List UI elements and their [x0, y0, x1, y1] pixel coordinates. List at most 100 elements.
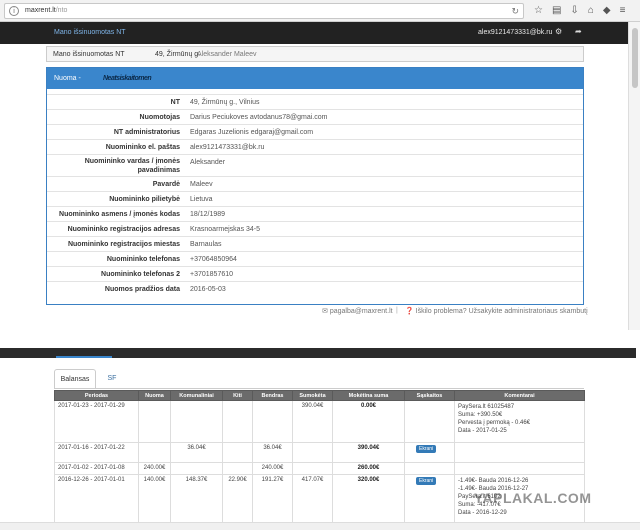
panel-title-overlay: Neatsiskaitomen — [103, 75, 152, 82]
detail-row: Nuomotojas Darius Peciukoves avtodanus78@… — [47, 109, 583, 124]
column-header: Sumokėta — [292, 390, 333, 401]
detail-label: Nuomininko asmens / įmonės kodas — [59, 211, 180, 218]
cell-bendras: 191.27€ — [252, 474, 293, 525]
cell-comments: PaySera.lt 61025487 Suma: +390.50€ Pervest… — [454, 400, 585, 443]
detail-row: Nuomininko telefonas 2 +3701857610 — [47, 266, 583, 281]
column-header: Mokėtina suma — [332, 390, 405, 401]
app-navbar-secondary — [0, 348, 636, 358]
detail-row: NT 49, Žirmūnų g., Vilnius — [47, 94, 583, 109]
column-header: Sąskaitos — [404, 390, 455, 401]
cell-komunaliniai: 148.37€ — [170, 474, 223, 525]
detail-value: Edgaras Juzelionis edgaraj@gmail.com — [190, 129, 314, 136]
tab-divider — [54, 388, 584, 389]
support-email-text: pagalba@maxrent.lt — [329, 308, 393, 315]
column-header: Komunaliniai — [170, 390, 223, 401]
invoice-button[interactable]: Ekrani — [416, 445, 437, 453]
horizontal-scrollbar[interactable] — [0, 522, 640, 530]
menu-icon[interactable]: ≡ — [620, 5, 626, 17]
detail-label: Nuomininko telefonas 2 — [101, 271, 180, 278]
support-email-link[interactable]: ✉ pagalba@maxrent.lt — [322, 307, 393, 315]
bookmark-star-icon[interactable]: ☆ — [534, 5, 543, 17]
details-list: NT 49, Žirmūnų g., Vilnius Nuomotojas Dariu… — [47, 94, 583, 296]
detail-value: Krasnoarmejskas 34-5 — [190, 226, 261, 233]
invoice-button[interactable]: Ekrani — [416, 477, 437, 485]
url-host: maxrent.lt — [25, 7, 56, 14]
cell-kiti — [222, 442, 253, 463]
cell-nuoma: 140.00€ — [138, 474, 171, 525]
breadcrumb-section[interactable]: Mano išsinuomotas NT — [53, 51, 125, 58]
reload-icon[interactable]: ↻ — [511, 6, 519, 17]
detail-label: Nuomininko registracijos adresas — [67, 226, 180, 233]
logout-icon[interactable]: ➦ — [575, 27, 582, 36]
cell-invoice — [404, 462, 455, 475]
detail-value: Aleksander — [190, 159, 226, 166]
comment-line: -1.49€- Bauda 2016-12-26 — [458, 478, 529, 484]
detail-row: Nuomininko registracijos miestas Barnaula… — [47, 236, 583, 251]
download-icon[interactable]: ⇩ — [570, 5, 578, 17]
site-info-icon[interactable]: i — [9, 6, 19, 16]
cell-period: 2016-12-26 - 2017-01-01 — [54, 474, 139, 525]
navbar-active-indicator — [56, 356, 112, 358]
comment-line: Pervesta į permoką - 0.46€ — [458, 420, 531, 426]
extension-icon[interactable]: ◆ — [603, 5, 611, 17]
address-bar[interactable]: i maxrent.lt/nto ↻ — [4, 3, 524, 19]
cell-moketina: 390.04€ — [332, 442, 405, 463]
detail-value: Darius Peciukoves avtodanus78@gmai.com — [190, 114, 328, 121]
tab-sf[interactable]: SF — [102, 369, 122, 389]
comment-line: Data - 2017-01-25 — [458, 428, 507, 434]
watermark: YAPLAKAL.COM — [474, 490, 592, 506]
cell-bendras: 36.04€ — [252, 442, 293, 463]
cell-nuoma — [138, 442, 171, 463]
detail-value: alex9121473331@bk.ru — [190, 144, 265, 151]
cell-moketina: 0.00€ — [332, 400, 405, 443]
detail-row: Nuomininko el. paštas alex9121473331@bk.r… — [47, 139, 583, 154]
detail-label: Pavardė — [152, 181, 180, 188]
detail-row: Nuomininko pilietybė Lietuva — [47, 191, 583, 206]
cell-invoice — [404, 400, 455, 443]
settings-gear-icon[interactable]: ⚙ — [555, 27, 562, 36]
cell-invoice: Ekrani — [404, 474, 455, 525]
detail-label: Nuomininko registracijos miestas — [67, 241, 180, 248]
reader-icon[interactable]: ▤ — [552, 5, 561, 17]
detail-value: 49, Žirmūnų g., Vilnius — [190, 99, 260, 106]
call-admin-link[interactable]: ❓ Iškilo problema? Užsakykite administra… — [405, 307, 588, 315]
url-path: /nto — [55, 7, 68, 14]
call-admin-text: Iškilo problema? Užsakykite administrato… — [415, 308, 588, 315]
panel-header: Nuoma - Neatsiskaitomen — [47, 68, 583, 89]
detail-row: Pavardė Maleev — [47, 176, 583, 191]
detail-row: Nuomininko vardas / įmonės pavadinimas Al… — [47, 154, 583, 176]
footer-separator: | — [396, 307, 398, 314]
cell-moketina: 260.00€ — [332, 462, 405, 475]
detail-value: Lietuva — [190, 196, 213, 203]
home-icon[interactable]: ⌂ — [588, 5, 594, 17]
scrollbar-thumb[interactable] — [632, 28, 638, 88]
vertical-scrollbar[interactable] — [628, 22, 640, 330]
cell-period: 2017-01-23 - 2017-01-29 — [54, 400, 139, 443]
comment-line: Suma: +390.50€ — [458, 412, 503, 418]
cell-comments — [454, 442, 585, 463]
navbar-user-email[interactable]: alex9121473331@bk.ru — [478, 29, 552, 36]
cell-nuoma: 240.00€ — [138, 462, 171, 475]
detail-label: Nuomininko pilietybė — [109, 196, 180, 203]
detail-value: Barnaulas — [190, 241, 222, 248]
detail-value: +37064850964 — [190, 256, 237, 263]
cell-komunaliniai — [170, 400, 223, 443]
detail-label: Nuomininko el. paštas — [105, 144, 180, 151]
cell-comments — [454, 462, 585, 475]
cell-kiti: 22.90€ — [222, 474, 253, 525]
breadcrumb: Mano išsinuomotas NT 49, Žirmūnų g. Alek… — [46, 46, 584, 62]
url-text[interactable]: maxrent.lt/nto — [25, 7, 67, 14]
comment-line: Data - 2016-12-29 — [458, 510, 507, 516]
cell-sumoketa — [292, 442, 333, 463]
cell-sumoketa: 390.04€ — [292, 400, 333, 443]
table-row: 2017-01-16 - 2017-01-22 36.04€ 36.04€ 390.0… — [54, 442, 585, 463]
breadcrumb-tenant: Aleksander Maleev — [197, 51, 257, 58]
rental-details-panel: Nuoma - Neatsiskaitomen NT 49, Žirmūnų g.… — [46, 67, 584, 305]
cell-nuoma — [138, 400, 171, 443]
column-header: Kiti — [222, 390, 253, 401]
tab-balansas[interactable]: Balansas — [54, 369, 96, 389]
detail-value: Maleev — [190, 181, 213, 188]
detail-label: NT administratorius — [113, 129, 180, 136]
breadcrumb-address[interactable]: 49, Žirmūnų g. — [155, 51, 200, 58]
navbar-brand[interactable]: Mano išsinuomotas NT — [54, 29, 126, 36]
